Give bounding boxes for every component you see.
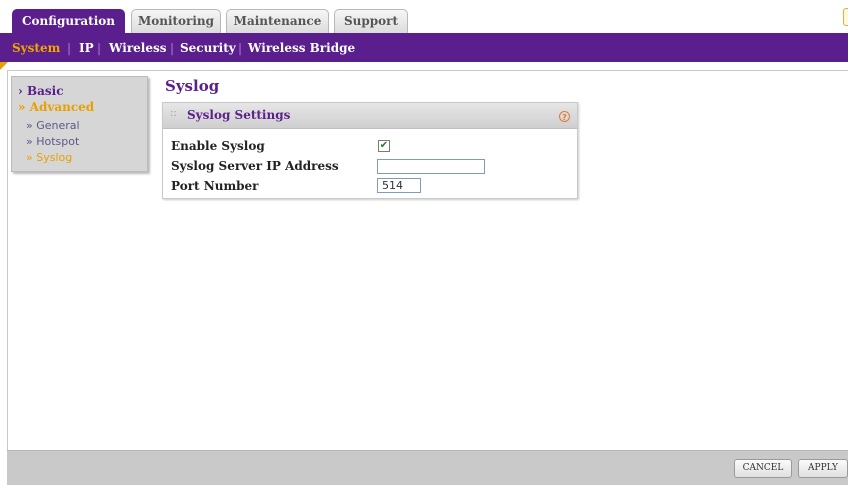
tab-configuration[interactable]: Configuration bbox=[12, 9, 125, 34]
subnav-ip[interactable]: IP bbox=[79, 41, 94, 55]
corner-widget[interactable] bbox=[843, 8, 848, 26]
menu-item-hotspot[interactable]: » Hotspot bbox=[26, 135, 79, 148]
subnav-separator: | bbox=[170, 41, 175, 55]
port-number-label: Port Number bbox=[171, 179, 259, 193]
nav-notch-decoration bbox=[0, 62, 8, 70]
panel-title: Syslog Settings bbox=[187, 108, 291, 122]
syslog-server-ip-label: Syslog Server IP Address bbox=[171, 159, 339, 173]
syslog-settings-panel: :: Syslog Settings ? Enable Syslog ✔ Sys… bbox=[162, 102, 578, 199]
cancel-button[interactable]: CANCEL bbox=[734, 459, 792, 478]
subnav-separator: | bbox=[97, 41, 102, 55]
subnav-wireless-bridge[interactable]: Wireless Bridge bbox=[248, 41, 355, 55]
tab-support[interactable]: Support bbox=[334, 9, 408, 33]
tab-maintenance[interactable]: Maintenance bbox=[226, 9, 329, 33]
menu-item-advanced[interactable]: » Advanced bbox=[18, 100, 94, 114]
left-menu: › Basic » Advanced » General » Hotspot »… bbox=[11, 76, 148, 172]
subnav-wireless[interactable]: Wireless bbox=[109, 41, 167, 55]
subnav-separator: | bbox=[238, 41, 243, 55]
tab-monitoring[interactable]: Monitoring bbox=[131, 9, 221, 33]
subnav-system[interactable]: System bbox=[12, 41, 60, 55]
subnav-security[interactable]: Security bbox=[180, 41, 236, 55]
grip-icon: :: bbox=[170, 108, 177, 119]
menu-item-basic[interactable]: › Basic bbox=[18, 84, 64, 98]
help-icon[interactable]: ? bbox=[559, 111, 570, 122]
enable-syslog-checkbox[interactable]: ✔ bbox=[378, 140, 390, 152]
enable-syslog-label: Enable Syslog bbox=[171, 139, 265, 153]
menu-item-syslog[interactable]: » Syslog bbox=[26, 151, 72, 164]
subnav-separator: | bbox=[67, 41, 72, 55]
menu-item-general[interactable]: » General bbox=[26, 119, 80, 132]
sub-navigation: System | IP | Wireless | Security | Wire… bbox=[0, 33, 848, 62]
bottom-action-bar: CANCEL APPLY bbox=[7, 450, 848, 485]
top-tab-bar: Configuration Monitoring Maintenance Sup… bbox=[0, 0, 848, 34]
apply-button[interactable]: APPLY bbox=[798, 459, 848, 478]
panel-header: :: Syslog Settings ? bbox=[163, 103, 577, 129]
syslog-server-ip-input[interactable] bbox=[377, 159, 485, 174]
page-title: Syslog bbox=[165, 77, 220, 95]
port-number-input[interactable] bbox=[377, 178, 421, 193]
